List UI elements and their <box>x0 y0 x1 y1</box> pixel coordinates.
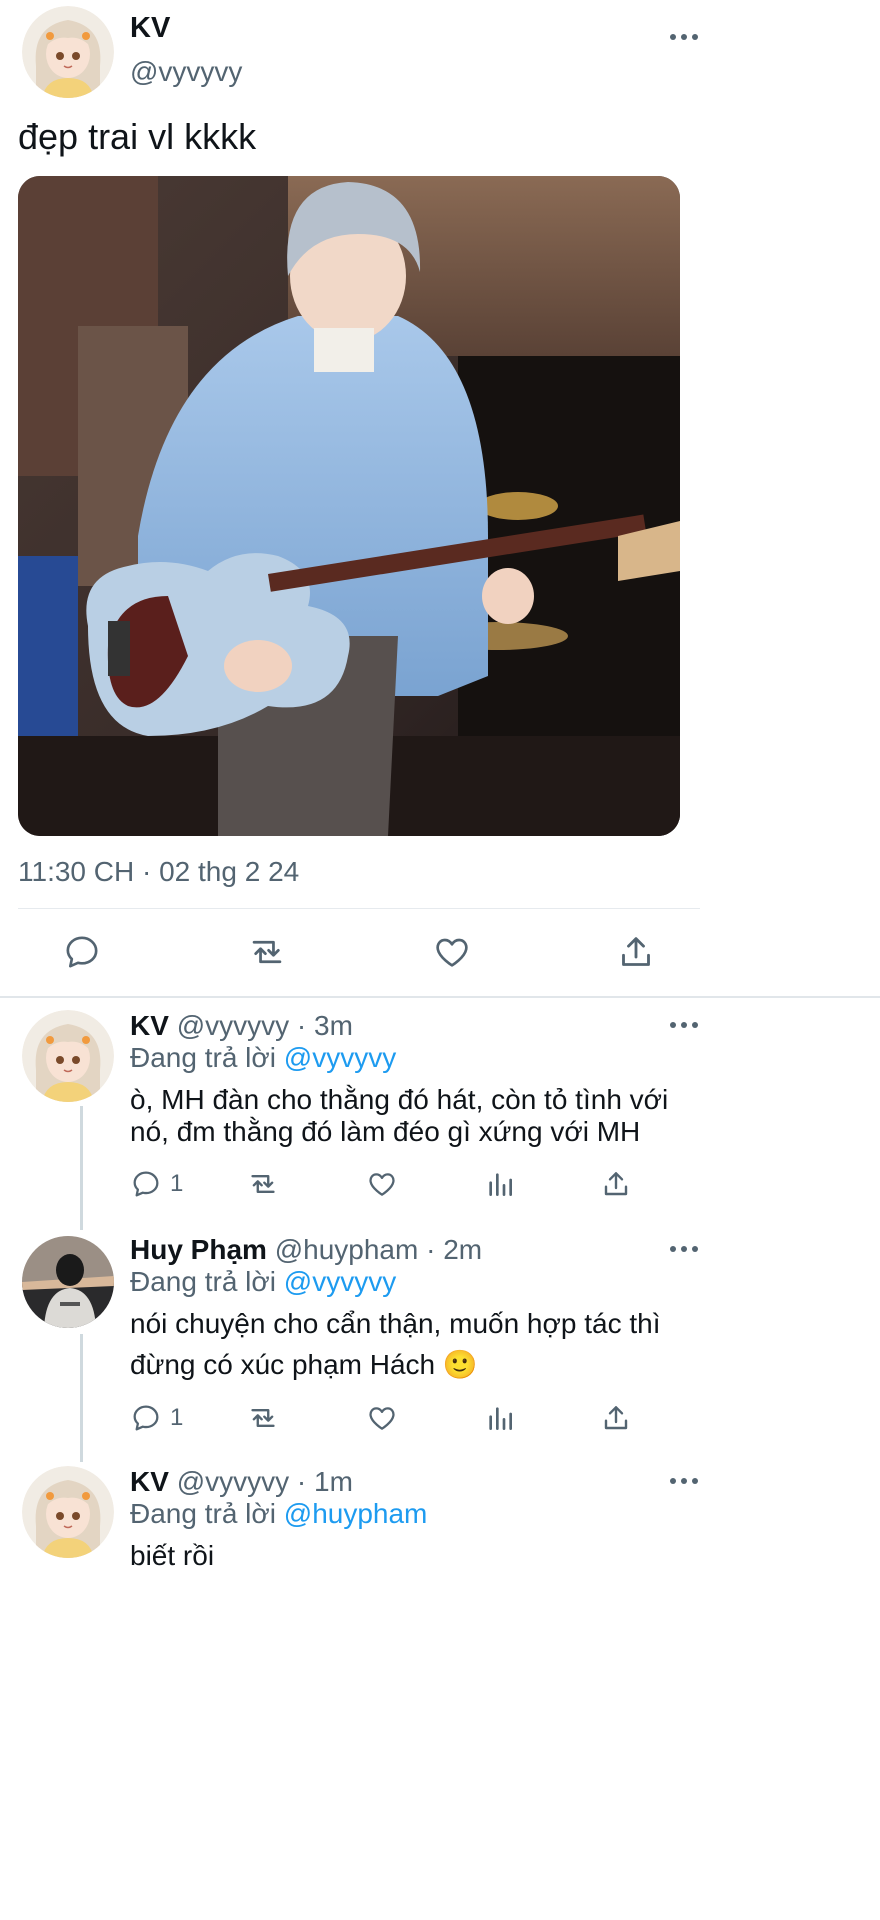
divider <box>18 908 700 909</box>
views-button[interactable] <box>484 1402 516 1434</box>
reply-time: · 1m <box>296 1466 353 1497</box>
more-options-icon[interactable] <box>670 1022 698 1028</box>
replying-to: Đang trả lời @vyvyvy <box>130 1266 396 1298</box>
thread-line <box>80 1334 83 1462</box>
share-icon <box>604 1172 628 1196</box>
replying-prefix: Đang trả lời <box>130 1498 276 1529</box>
reply-text-line: ò, MH đàn cho thằng đó hát, còn tỏ tình … <box>130 1084 669 1115</box>
more-options-icon[interactable] <box>670 34 698 40</box>
replying-prefix: Đang trả lời <box>130 1042 276 1073</box>
like-button[interactable] <box>432 932 472 972</box>
like-button[interactable] <box>366 1402 398 1434</box>
replying-to: Đang trả lời @vyvyvy <box>130 1042 396 1074</box>
share-button[interactable] <box>600 1402 632 1434</box>
heart-icon <box>369 1407 395 1430</box>
more-options-icon[interactable] <box>670 1246 698 1252</box>
replying-to-handle[interactable]: @huypham <box>284 1498 428 1529</box>
reply-icon <box>66 936 98 968</box>
reply-button[interactable]: 1 <box>130 1402 183 1434</box>
photo-bassist-icon <box>18 176 680 836</box>
replying-to: Đang trả lời @huypham <box>130 1498 427 1530</box>
retweet-icon <box>251 1408 275 1428</box>
reply-text-line: nói chuyện cho cẩn thận, muốn hợp tác th… <box>130 1308 661 1339</box>
avatar[interactable] <box>22 6 114 98</box>
share-icon <box>622 937 650 966</box>
author-handle[interactable]: @vyvyvy <box>130 56 242 88</box>
replying-prefix: Đang trả lời <box>130 1266 276 1297</box>
like-button[interactable] <box>366 1168 398 1200</box>
reply-icon <box>133 1405 159 1431</box>
tweet-text: đẹp trai vl kkkk <box>18 116 257 157</box>
reply-time: · 3m <box>296 1010 353 1041</box>
tweet-image[interactable] <box>18 176 680 836</box>
retweet-button[interactable] <box>246 1402 280 1434</box>
retweet-button[interactable] <box>246 932 288 972</box>
reply-button[interactable] <box>62 932 102 972</box>
author-name[interactable]: KV <box>130 12 170 45</box>
author-handle[interactable]: @huypham <box>275 1234 419 1265</box>
avatar[interactable] <box>22 1236 114 1328</box>
reply-text-line: biết rồi <box>130 1540 215 1571</box>
author-handle[interactable]: @vyvyvy <box>177 1010 289 1041</box>
more-options-icon[interactable] <box>670 1478 698 1484</box>
reply-button[interactable]: 1 <box>130 1168 183 1200</box>
reply-text-line: đừng có xúc phạm Hách 🙂 <box>130 1349 478 1380</box>
reply-header: KV @vyvyvy · 3m <box>130 1010 353 1042</box>
tweet-timestamp: 11:30 CH · 02 thg 2 24 <box>18 856 300 887</box>
replying-to-handle[interactable]: @vyvyvy <box>284 1042 396 1073</box>
reply-time: · 2m <box>426 1234 483 1265</box>
analytics-icon <box>489 1173 512 1196</box>
analytics-icon <box>489 1407 512 1430</box>
thread-line <box>80 1106 83 1230</box>
replying-to-handle[interactable]: @vyvyvy <box>284 1266 396 1297</box>
reply-header: KV @vyvyvy · 1m <box>130 1466 353 1498</box>
reply-header: Huy Phạm @huypham · 2m <box>130 1234 482 1266</box>
heart-icon <box>369 1173 395 1196</box>
reply-text-line: nó, đm thằng đó làm đéo gì xứng với MH <box>130 1116 641 1147</box>
share-button[interactable] <box>600 1168 632 1200</box>
divider <box>0 996 880 998</box>
share-button[interactable] <box>616 932 656 972</box>
heart-icon <box>436 938 468 967</box>
retweet-icon <box>252 940 282 964</box>
reply-count: 1 <box>170 1404 184 1431</box>
retweet-button[interactable] <box>246 1168 280 1200</box>
views-button[interactable] <box>484 1168 516 1200</box>
author-name[interactable]: Huy Phạm <box>130 1234 267 1265</box>
reply-count: 1 <box>170 1170 184 1197</box>
author-name[interactable]: KV <box>130 1010 169 1041</box>
share-icon <box>604 1406 628 1430</box>
author-handle[interactable]: @vyvyvy <box>177 1466 289 1497</box>
author-name[interactable]: KV <box>130 1466 169 1497</box>
avatar[interactable] <box>22 1010 114 1102</box>
avatar[interactable] <box>22 1466 114 1558</box>
retweet-icon <box>251 1174 275 1194</box>
reply-icon <box>133 1171 159 1197</box>
